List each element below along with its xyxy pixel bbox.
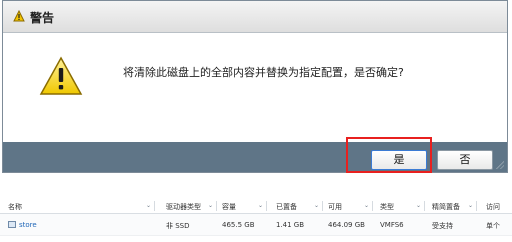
dialog-message: 将清除此磁盘上的全部内容并替换为指定配置，是否确定? (123, 66, 404, 79)
capacity-cell: 465.5 GB (222, 221, 255, 229)
column-header-free[interactable]: 可用 (328, 202, 342, 212)
dialog-body: 将清除此磁盘上的全部内容并替换为指定配置，是否确定? (3, 34, 507, 142)
chevron-down-icon[interactable]: ⌄ (146, 202, 151, 209)
column-divider (266, 201, 267, 211)
column-header-capacity[interactable]: 容量 (222, 202, 236, 212)
warning-dialog: 警告 将清除此磁盘上的全部内容并替换为指定配置，是否确定? 是 否 (2, 0, 508, 173)
datastore-name-link[interactable]: store (8, 221, 37, 229)
highlight-box (346, 137, 432, 173)
free-cell: 464.09 GB (328, 221, 365, 229)
datastore-icon (8, 221, 16, 228)
thin-provisioning-cell: 受支持 (432, 222, 453, 230)
no-button[interactable]: 否 (437, 150, 493, 170)
column-divider (476, 201, 477, 211)
column-header-access[interactable]: 访问 (486, 202, 500, 212)
chevron-down-icon[interactable]: ⌄ (468, 202, 473, 209)
column-divider (216, 201, 217, 211)
chevron-down-icon[interactable]: ⌄ (258, 202, 263, 209)
chevron-down-icon[interactable]: ⌄ (416, 202, 421, 209)
chevron-down-icon[interactable]: ⌄ (208, 202, 213, 209)
drive-type-cell: 非 SSD (166, 222, 190, 230)
column-header-thin-provisioning[interactable]: 精简置备 (432, 202, 460, 212)
access-cell: 单个 (486, 222, 500, 230)
column-divider (372, 201, 373, 211)
dialog-title: 警告 (30, 11, 55, 25)
column-divider (322, 201, 323, 211)
table-row[interactable]: store 非 SSD 465.5 GB 1.41 GB 464.09 GB V… (0, 214, 512, 236)
datastore-table: 名称 ⌄ 驱动器类型 ⌄ 容量 ⌄ 已置备 ⌄ 可用 ⌄ 类型 ⌄ 精简置备 ⌄… (0, 198, 512, 236)
column-header-drive-type[interactable]: 驱动器类型 (166, 202, 201, 212)
dialog-titlebar: 警告 (3, 1, 507, 33)
warning-small-icon (13, 10, 25, 22)
chevron-down-icon[interactable]: ⌄ (314, 202, 319, 209)
column-divider (154, 201, 155, 211)
screenshot-stage: 警告 将清除此磁盘上的全部内容并替换为指定配置，是否确定? 是 否 名称 ⌄ 驱… (0, 0, 512, 242)
chevron-down-icon[interactable]: ⌄ (364, 202, 369, 209)
provisioned-cell: 1.41 GB (276, 221, 305, 229)
type-cell: VMFS6 (380, 221, 404, 229)
table-header: 名称 ⌄ 驱动器类型 ⌄ 容量 ⌄ 已置备 ⌄ 可用 ⌄ 类型 ⌄ 精简置备 ⌄… (0, 198, 512, 214)
column-header-type[interactable]: 类型 (380, 202, 394, 212)
resize-grip[interactable] (496, 161, 504, 169)
column-header-provisioned[interactable]: 已置备 (276, 202, 297, 212)
column-divider (424, 201, 425, 211)
column-header-name[interactable]: 名称 (8, 202, 22, 212)
warning-icon (39, 56, 83, 95)
